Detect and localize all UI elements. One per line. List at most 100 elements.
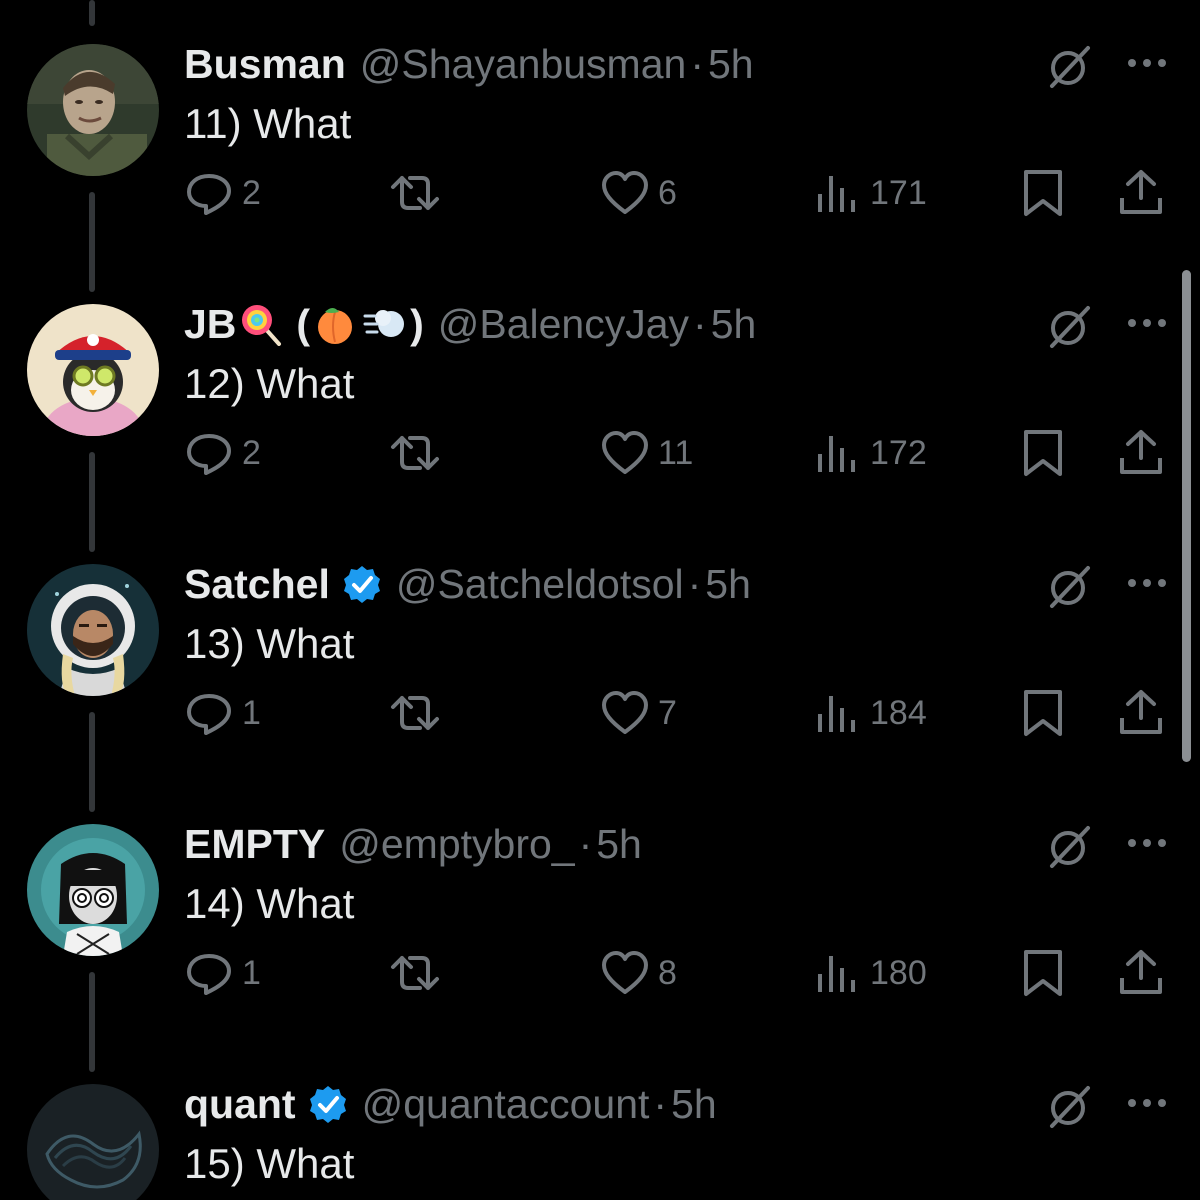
tweet[interactable]: Busman @Shayanbusman · 5h 11) What 2 6 1…	[0, 0, 1180, 292]
tweet[interactable]: EMPTY @emptybro_ · 5h 14) What 1 8 180	[0, 780, 1180, 1072]
separator: ·	[687, 561, 702, 607]
tweet[interactable]: Satchel @Satcheldotsol · 5h 13) What 1 7…	[0, 520, 1180, 812]
avatar[interactable]	[27, 304, 159, 436]
views-button[interactable]: 172	[812, 418, 927, 488]
like-button[interactable]: 8	[600, 938, 677, 1008]
tweet-text: 12) What	[184, 360, 355, 407]
tweet-text: 15) What	[184, 1140, 355, 1187]
more-icon[interactable]	[1124, 830, 1170, 856]
tweet-header: Busman @Shayanbusman · 5h	[184, 38, 754, 90]
views-icon	[818, 956, 855, 992]
verified-badge-icon	[309, 1086, 346, 1123]
like-button[interactable]: 6	[600, 158, 677, 228]
tweet-text: 13) What	[184, 620, 355, 667]
more-icon[interactable]	[1124, 570, 1170, 596]
heart-icon	[602, 171, 648, 214]
thread-line	[89, 0, 95, 26]
timestamp[interactable]: 5h	[705, 558, 751, 610]
reply-button[interactable]: 1	[184, 938, 261, 1008]
peach-emoji-icon	[318, 308, 353, 344]
avatar[interactable]	[27, 44, 159, 176]
retweet-icon	[391, 436, 439, 470]
more-icon[interactable]	[1124, 310, 1170, 336]
timestamp[interactable]: 5h	[671, 1078, 717, 1130]
more-icon[interactable]	[1124, 1090, 1170, 1116]
retweet-icon	[391, 176, 439, 210]
bookmark-button[interactable]	[1018, 678, 1068, 748]
retweet-button[interactable]	[390, 938, 440, 1008]
action-bar: 1 8 180	[0, 938, 1180, 1008]
heart-icon	[602, 691, 648, 734]
retweet-button[interactable]	[390, 418, 440, 488]
timestamp[interactable]: 5h	[711, 298, 757, 350]
like-count: 6	[658, 173, 677, 212]
reply-button[interactable]: 1	[184, 678, 261, 748]
tweet-text: 11) What	[184, 100, 352, 147]
tweet[interactable]: quant @quantaccount · 5h 15) What	[0, 1040, 1180, 1200]
bookmark-button[interactable]	[1018, 938, 1068, 1008]
share-button[interactable]	[1116, 938, 1166, 1008]
views-icon	[818, 696, 855, 732]
grok-icon[interactable]	[1046, 822, 1094, 870]
share-button[interactable]	[1116, 678, 1166, 748]
bookmark-icon	[1024, 170, 1062, 216]
display-name[interactable]: quant	[184, 1078, 296, 1130]
views-button[interactable]: 184	[812, 678, 927, 748]
views-icon	[818, 176, 855, 212]
tweet-header: quant @quantaccount · 5h	[184, 1078, 717, 1130]
like-count: 7	[658, 693, 677, 732]
bookmark-icon	[1024, 950, 1062, 996]
grok-icon[interactable]	[1046, 562, 1094, 610]
views-button[interactable]: 171	[812, 158, 927, 228]
reply-button[interactable]: 2	[184, 418, 261, 488]
avatar[interactable]	[27, 824, 159, 956]
scrollbar[interactable]	[1182, 270, 1191, 762]
action-bar: 2 6 171	[0, 158, 1180, 228]
like-button[interactable]: 7	[600, 678, 677, 748]
handle[interactable]: @Shayanbusman	[360, 38, 687, 90]
display-name[interactable]: EMPTY	[184, 818, 325, 870]
like-button[interactable]: 11	[600, 418, 693, 488]
view-count: 172	[870, 433, 927, 472]
bookmark-button[interactable]	[1018, 158, 1068, 228]
tweet[interactable]: JB ( ) @BalencyJay · 5h 12) What 2 11 17…	[0, 260, 1180, 552]
retweet-icon	[391, 696, 439, 730]
grok-icon[interactable]	[1046, 42, 1094, 90]
separator: ·	[690, 41, 704, 87]
heart-icon	[602, 951, 648, 994]
retweet-button[interactable]	[390, 158, 440, 228]
action-bar: 2 11 172	[0, 418, 1180, 488]
share-button[interactable]	[1116, 158, 1166, 228]
display-name[interactable]: JB	[184, 298, 236, 350]
handle[interactable]: @quantaccount	[362, 1078, 650, 1130]
handle[interactable]: @emptybro_	[339, 818, 574, 870]
tweet-header: Satchel @Satcheldotsol · 5h	[184, 558, 751, 610]
grok-icon[interactable]	[1046, 1082, 1094, 1130]
avatar[interactable]	[27, 564, 159, 696]
display-name[interactable]: Busman	[184, 38, 346, 90]
reply-count: 2	[242, 173, 261, 212]
handle[interactable]: @Satcheldotsol	[396, 558, 684, 610]
grok-icon[interactable]	[1046, 302, 1094, 350]
separator: ·	[693, 301, 707, 347]
display-name[interactable]: Satchel	[184, 558, 330, 610]
reply-count: 1	[242, 693, 261, 732]
timestamp[interactable]: 5h	[596, 818, 642, 870]
retweet-button[interactable]	[390, 678, 440, 748]
handle[interactable]: @BalencyJay	[438, 298, 689, 350]
reply-count: 2	[242, 433, 261, 472]
name-suffix-open: (	[296, 301, 311, 347]
reply-icon	[187, 174, 231, 215]
thread-feed: Busman @Shayanbusman · 5h 11) What 2 6 1…	[0, 0, 1200, 1200]
bookmark-button[interactable]	[1018, 418, 1068, 488]
retweet-icon	[391, 956, 439, 990]
more-icon[interactable]	[1124, 50, 1170, 76]
share-icon	[1120, 950, 1162, 994]
share-button[interactable]	[1116, 418, 1166, 488]
avatar[interactable]	[27, 1084, 159, 1200]
share-icon	[1120, 170, 1162, 214]
separator: ·	[578, 821, 593, 867]
timestamp[interactable]: 5h	[708, 38, 754, 90]
views-button[interactable]: 180	[812, 938, 927, 1008]
reply-button[interactable]: 2	[184, 158, 261, 228]
